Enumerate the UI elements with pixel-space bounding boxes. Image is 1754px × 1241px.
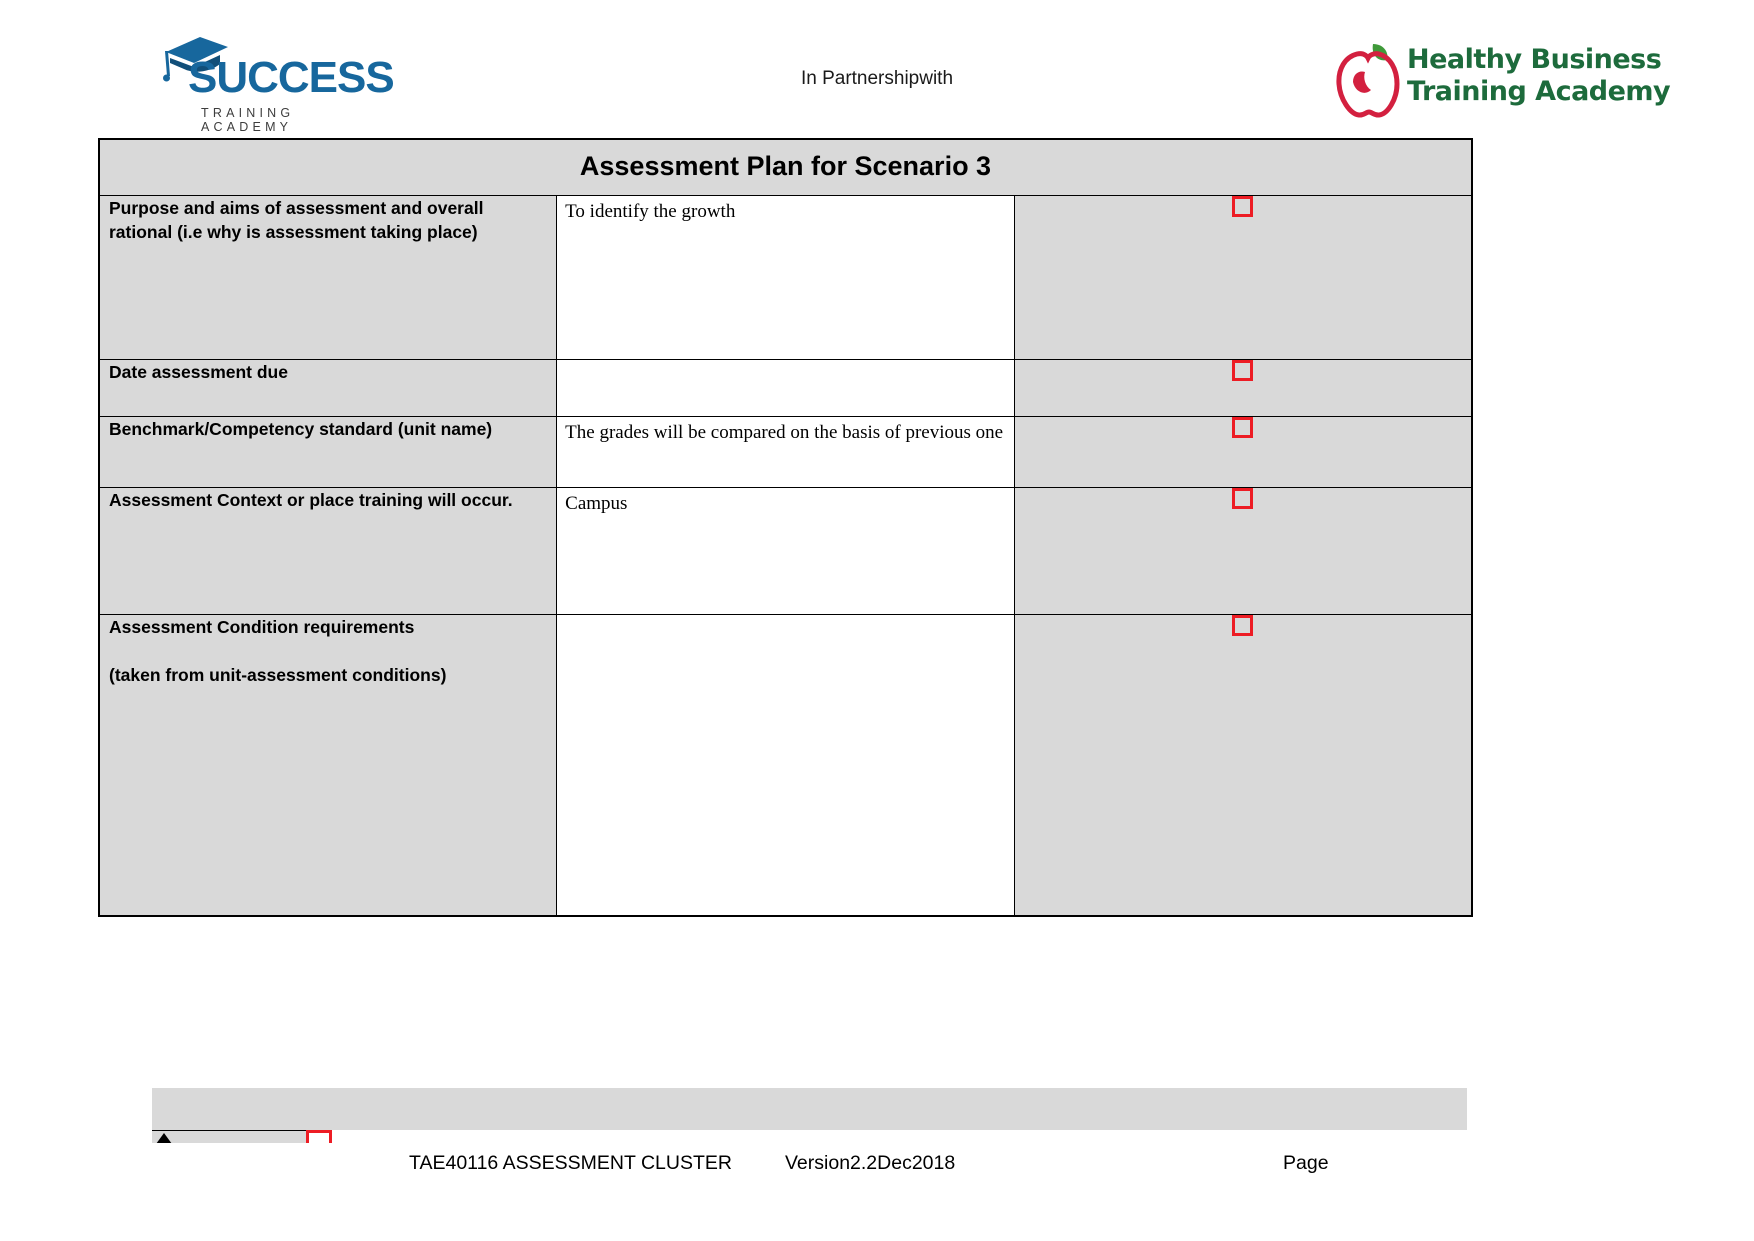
checkbox-icon[interactable] [1232, 360, 1254, 381]
row-checkbox-cell-context[interactable] [1013, 487, 1473, 615]
row-label-context: Assessment Context or place training wil… [98, 487, 558, 615]
footer-text-line: TAE40116 ASSESSMENT CLUSTER Version2.2De… [0, 1152, 1754, 1192]
footer-cluster-code: TAE40116 ASSESSMENT CLUSTER [409, 1152, 732, 1174]
row-checkbox-cell-purpose[interactable] [1013, 195, 1473, 360]
success-subtitle: TRAINING ACADEMY [201, 106, 295, 134]
checkbox-icon[interactable] [1232, 417, 1254, 438]
healthy-business-training-academy-logo: Healthy Business Training Academy [1335, 32, 1671, 124]
table-row: Date assessment due [98, 359, 1473, 417]
row-label-date: Date assessment due [98, 359, 558, 417]
table-row: Purpose and aims of assessment and overa… [98, 195, 1473, 360]
checkbox-icon[interactable] [1232, 615, 1254, 636]
footer-version: Version2.2Dec2018 [785, 1152, 956, 1174]
table-row: Benchmark/Competency standard (unit name… [98, 416, 1473, 488]
row-label-condition: Assessment Condition requirements (taken… [98, 614, 558, 917]
clipped-table-bar [152, 1088, 1467, 1130]
page-header: SUCCESS TRAINING ACADEMY In Partnershipw… [0, 0, 1754, 140]
apple-icon [1336, 44, 1400, 118]
hbta-line-2: Training Academy [1407, 75, 1671, 107]
row-label-condition-part2: (taken from unit-assessment conditions) [109, 665, 447, 686]
checkbox-icon[interactable] [1232, 488, 1254, 509]
row-content-date[interactable] [556, 359, 1015, 417]
footer-page-label: Page [1283, 1152, 1329, 1174]
table-title-row: Assessment Plan for Scenario 3 [98, 138, 1473, 196]
clipped-table-row [152, 1130, 312, 1143]
row-checkbox-cell-benchmark[interactable] [1013, 416, 1473, 488]
page-footer: TAE40116 ASSESSMENT CLUSTER Version2.2De… [0, 1080, 1754, 1241]
hbta-wordmark: Healthy Business Training Academy [1407, 44, 1671, 108]
row-content-purpose[interactable]: To identify the growth [556, 195, 1015, 360]
triangle-icon [156, 1133, 172, 1143]
row-content-benchmark[interactable]: The grades will be compared on the basis… [556, 416, 1015, 488]
row-label-purpose: Purpose and aims of assessment and overa… [98, 195, 558, 360]
row-label-condition-part1: Assessment Condition requirements [109, 617, 415, 637]
row-content-condition[interactable] [556, 614, 1015, 917]
table-row: Assessment Context or place training wil… [98, 487, 1473, 615]
table-row: Assessment Condition requirements (taken… [98, 614, 1473, 917]
assessment-plan-table: Assessment Plan for Scenario 3 Purpose a… [98, 138, 1473, 917]
clipped-checkbox-icon[interactable] [306, 1130, 332, 1143]
row-content-context[interactable]: Campus [556, 487, 1015, 615]
hbta-line-1: Healthy Business [1407, 44, 1662, 75]
page-title: Assessment Plan for Scenario 3 [98, 138, 1473, 196]
row-label-spacer [109, 639, 546, 663]
row-checkbox-cell-condition[interactable] [1013, 614, 1473, 917]
row-label-benchmark: Benchmark/Competency standard (unit name… [98, 416, 558, 488]
checkbox-icon[interactable] [1232, 196, 1254, 217]
row-checkbox-cell-date[interactable] [1013, 359, 1473, 417]
